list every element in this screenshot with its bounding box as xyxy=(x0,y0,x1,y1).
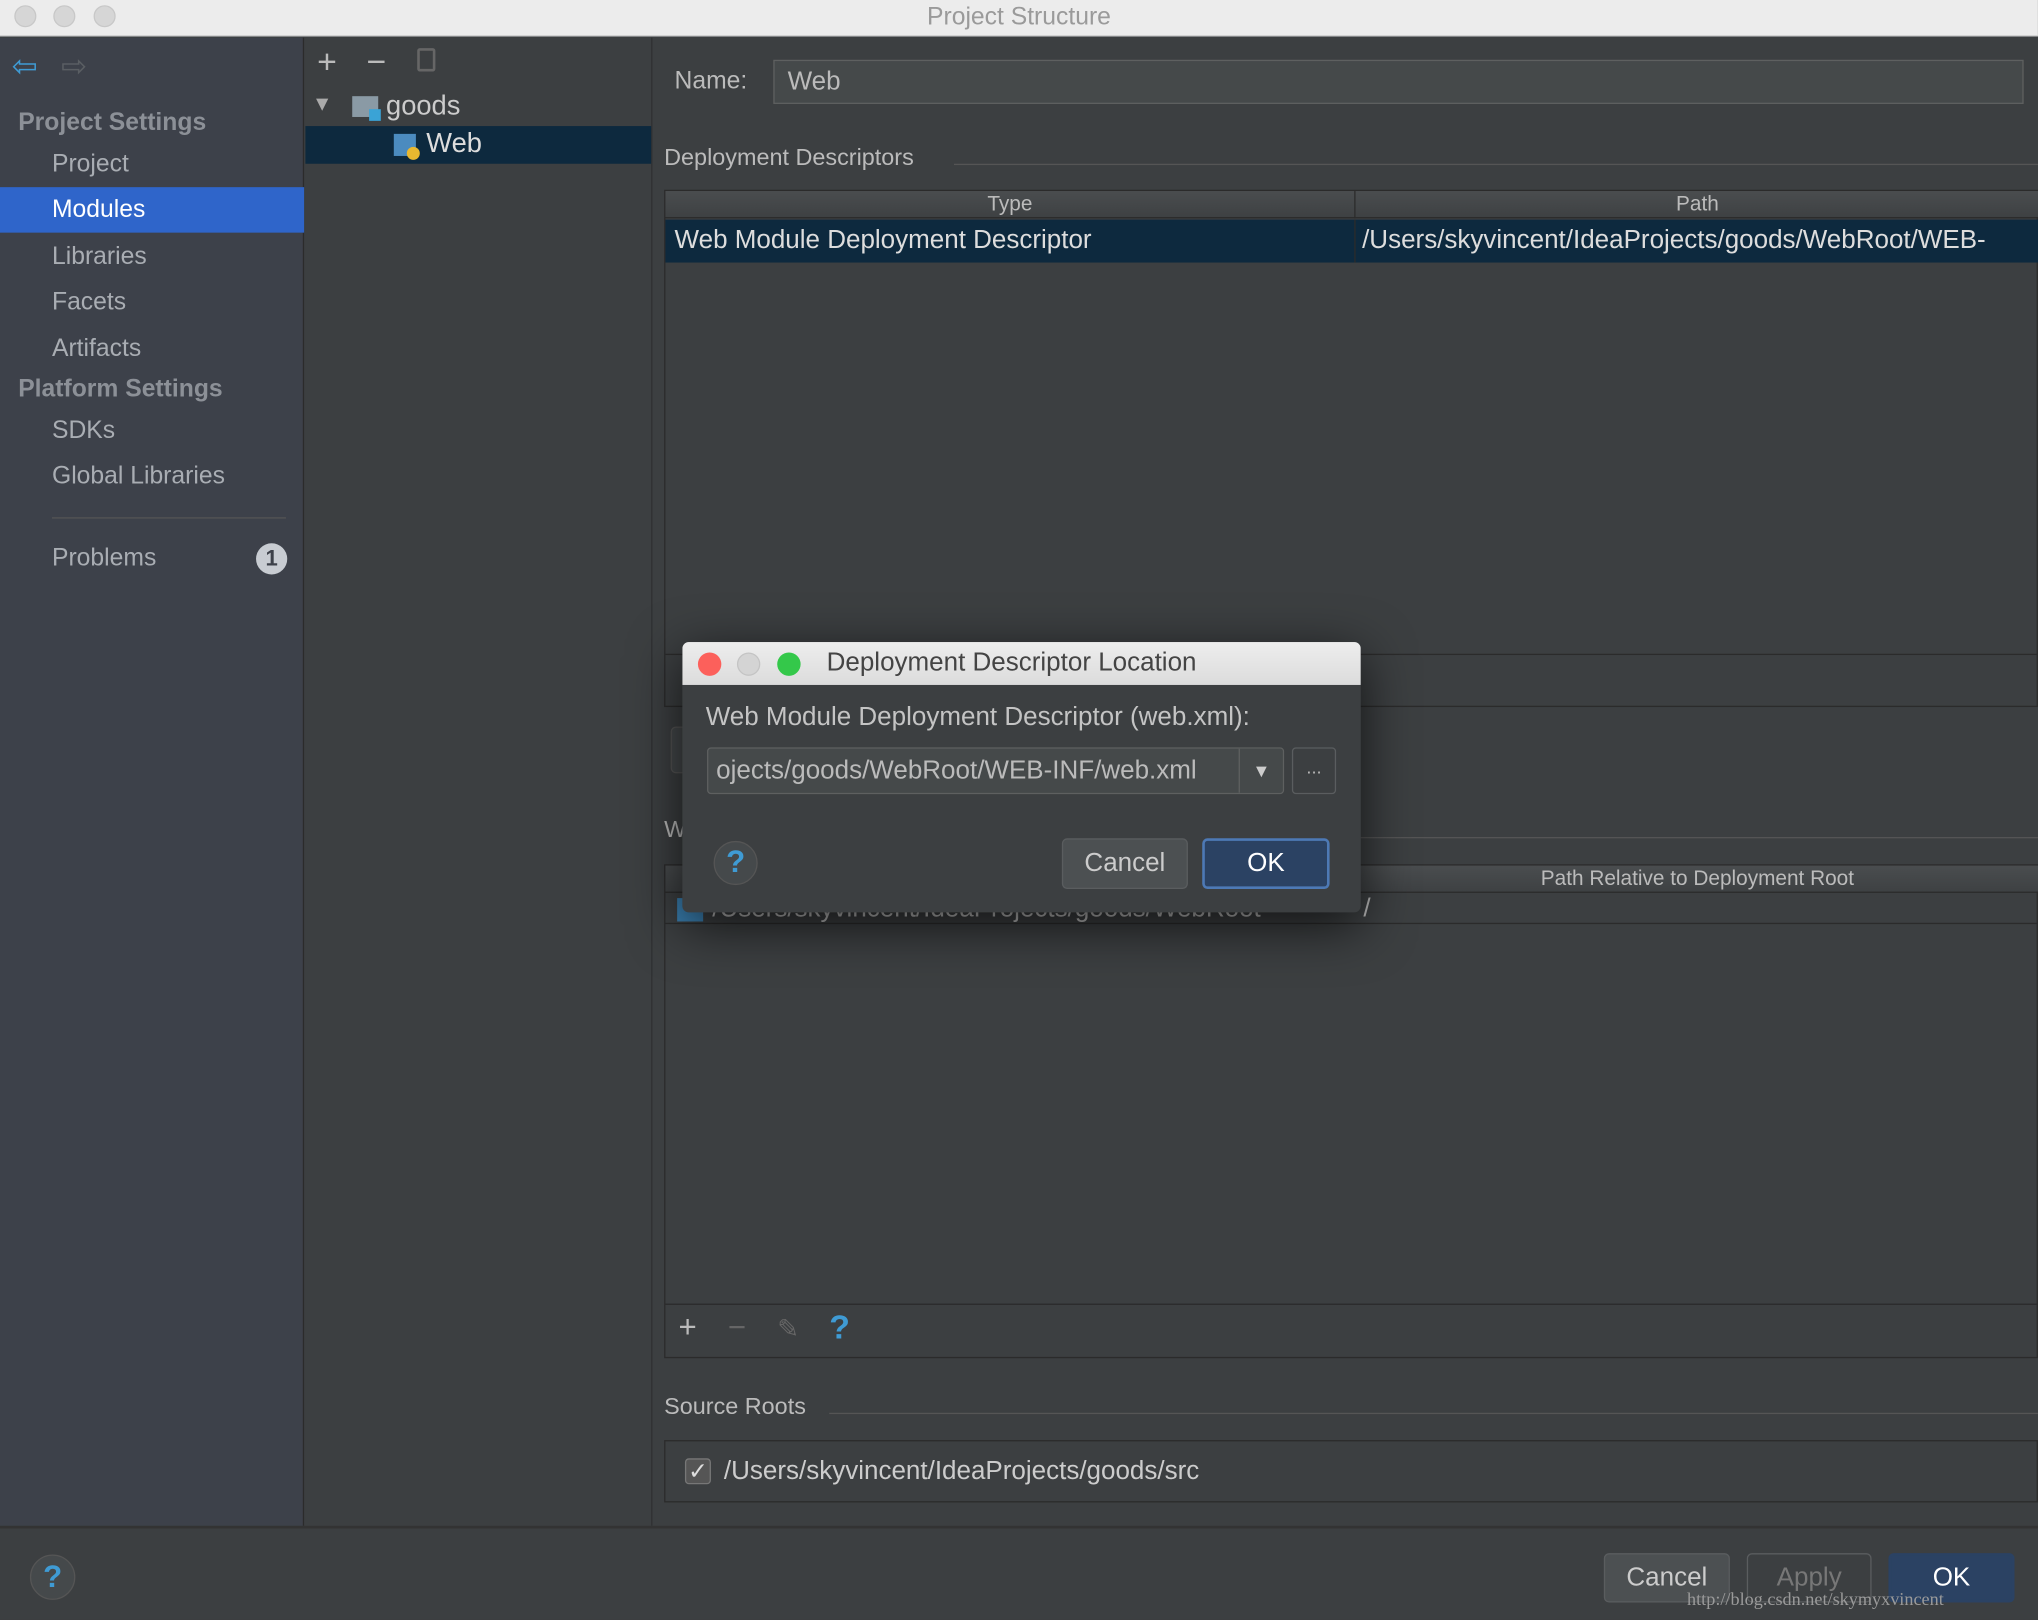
add-icon[interactable]: + xyxy=(678,1310,696,1346)
source-root-path: /Users/skyvincent/IdeaProjects/goods/src xyxy=(723,1456,1200,1486)
sidebar: ⇦ ⇨ Project Settings Project Modules Lib… xyxy=(0,37,305,1526)
arrow-right-icon[interactable]: ⇨ xyxy=(61,48,87,86)
dialog-cancel-button[interactable]: Cancel xyxy=(1061,838,1188,889)
divider xyxy=(1351,837,2038,839)
zoom-dialog-button[interactable] xyxy=(777,652,801,676)
descriptor-path-value: ojects/goods/WebRoot/WEB-INF/web.xml xyxy=(716,756,1197,786)
add-icon[interactable]: + xyxy=(317,42,337,82)
name-input[interactable]: Web xyxy=(773,59,2024,104)
cell-path: /Users/skyvincent/IdeaProjects/goods/Web… xyxy=(1362,226,1986,255)
dialog-title: Deployment Descriptor Location xyxy=(826,648,1197,678)
tree-node-goods[interactable]: goods xyxy=(386,91,460,122)
column-header-path-relative[interactable]: Path Relative to Deployment Root xyxy=(1355,865,2038,893)
minimize-dialog-button[interactable] xyxy=(736,652,761,676)
sidebar-item-global-libraries[interactable]: Global Libraries xyxy=(0,454,304,499)
chevron-down-icon[interactable]: ▼ xyxy=(1238,748,1283,793)
descriptor-path-combobox[interactable]: ojects/goods/WebRoot/WEB-INF/web.xml ▼ xyxy=(707,747,1285,795)
cell-relative-path: / xyxy=(1363,894,1371,923)
section-platform-settings: Platform Settings xyxy=(18,375,223,403)
column-header-path[interactable]: Path xyxy=(1355,191,2038,219)
divider xyxy=(1354,219,1356,263)
cell-type: Web Module Deployment Descriptor xyxy=(674,226,1092,255)
divider xyxy=(665,1303,2038,1305)
deployment-descriptor-dialog: Deployment Descriptor Location Web Modul… xyxy=(682,642,1361,913)
problems-badge: 1 xyxy=(256,543,288,575)
tree-node-web-row[interactable]: Web xyxy=(305,126,652,164)
table-row[interactable]: Web Module Deployment Descriptor /Users/… xyxy=(665,219,2038,263)
column-header-type[interactable]: Type xyxy=(665,191,1356,219)
name-label: Name: xyxy=(674,67,748,95)
deployment-descriptors-table: Type Path Web Module Deployment Descript… xyxy=(664,189,2038,708)
help-icon[interactable]: ? xyxy=(829,1307,850,1347)
module-tree-panel: + − ▼ goods Web xyxy=(305,37,653,1526)
dialog-ok-button[interactable]: OK xyxy=(1202,838,1330,889)
folder-icon xyxy=(352,96,381,121)
browse-button[interactable]: ... xyxy=(1291,747,1337,795)
source-root-checkbox[interactable]: ✓ xyxy=(684,1458,711,1485)
expand-triangle-icon[interactable]: ▼ xyxy=(312,94,333,117)
source-roots-title: Source Roots xyxy=(664,1393,806,1420)
divider xyxy=(51,517,286,519)
help-button[interactable]: ? xyxy=(713,840,758,886)
remove-icon[interactable]: − xyxy=(367,42,387,82)
divider xyxy=(829,1412,2038,1415)
deployment-descriptors-title: Deployment Descriptors xyxy=(664,144,914,171)
edit-pencil-icon[interactable]: ✎ xyxy=(777,1313,799,1345)
sidebar-item-project[interactable]: Project xyxy=(0,142,304,187)
dialog-titlebar: Deployment Descriptor Location xyxy=(682,642,1361,685)
sidebar-item-facets[interactable]: Facets xyxy=(0,279,304,324)
help-button[interactable]: ? xyxy=(29,1554,76,1600)
sidebar-item-modules[interactable]: Modules xyxy=(0,187,305,233)
sidebar-item-libraries[interactable]: Libraries xyxy=(0,234,304,279)
web-module-icon xyxy=(393,133,420,160)
divider xyxy=(953,163,2038,166)
web-resource-directories-table: Path Relative to Deployment Root /Users/… xyxy=(664,864,2038,1359)
remove-icon[interactable]: − xyxy=(728,1310,746,1346)
source-roots-list: ✓ /Users/skyvincent/IdeaProjects/goods/s… xyxy=(664,1440,2038,1503)
window-title: Project Structure xyxy=(927,3,1111,32)
arrow-left-icon[interactable]: ⇦ xyxy=(12,48,38,86)
watermark: http://blog.csdn.net/skymyxvincent xyxy=(1687,1590,1944,1611)
sidebar-item-sdks[interactable]: SDKs xyxy=(0,408,304,453)
tree-node-web: Web xyxy=(426,128,482,159)
window-titlebar: Project Structure xyxy=(0,0,2038,37)
descriptor-label: Web Module Deployment Descriptor (web.xm… xyxy=(705,703,1250,732)
sidebar-item-artifacts[interactable]: Artifacts xyxy=(0,326,304,371)
section-project-settings: Project Settings xyxy=(18,109,207,137)
close-dialog-button[interactable] xyxy=(697,652,722,676)
footer-bar: ? Cancel Apply OK http://blog.csdn.net/s… xyxy=(0,1525,2038,1620)
copy-icon[interactable] xyxy=(417,48,436,72)
